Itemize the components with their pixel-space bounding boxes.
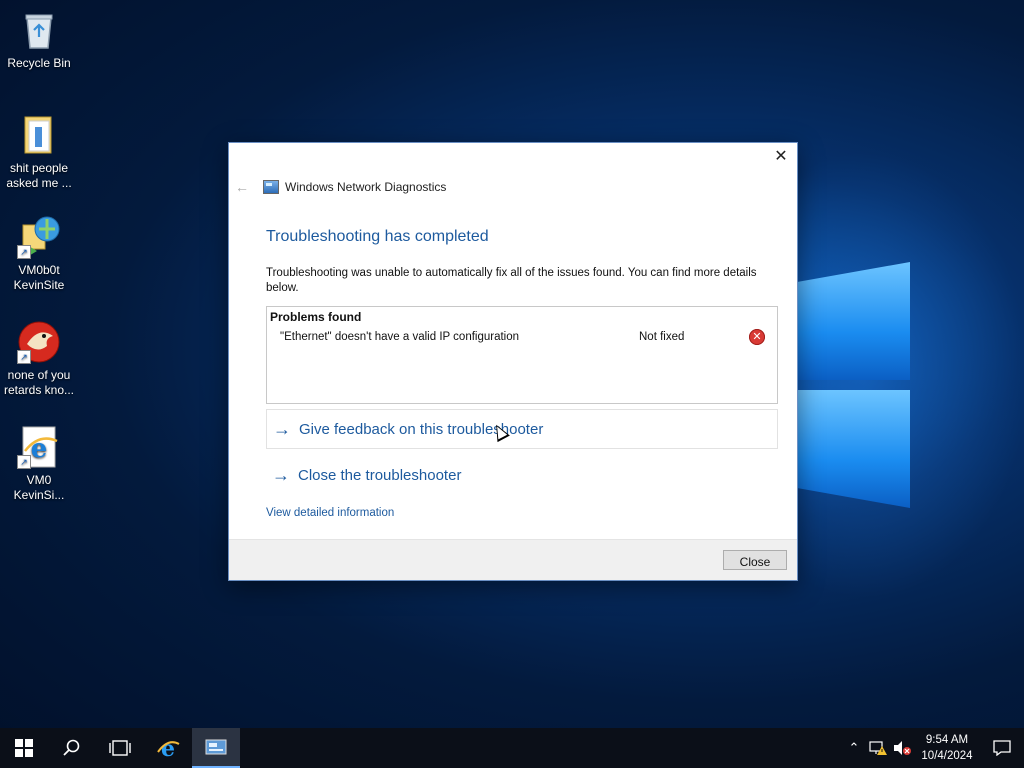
volume-muted-icon (894, 741, 911, 755)
problem-status: Not fixed (639, 331, 685, 343)
network-shortcut-icon: ↗ (17, 215, 61, 259)
close-button[interactable]: Close (723, 550, 787, 570)
problem-row[interactable]: "Ethernet" doesn't have a valid IP confi… (280, 329, 770, 349)
view-detailed-information-link[interactable]: View detailed information (266, 507, 394, 519)
problems-found-panel: Problems found "Ethernet" doesn't have a… (266, 306, 778, 404)
show-hidden-icons-button[interactable]: ⌃ (842, 728, 866, 768)
network-diagnostics-dialog: ✕ ← Windows Network Diagnostics Troubles… (228, 142, 798, 581)
page-title: Troubleshooting has completed (266, 228, 489, 245)
desktop-icon-label: VM0 KevinSi... (13, 473, 65, 502)
desktop-icon-label: shit people asked me ... (6, 161, 72, 190)
recycle-bin-icon (17, 8, 61, 52)
error-icon: ✕ (749, 329, 765, 345)
internet-explorer-icon: e ↗ (17, 425, 61, 469)
dialog-app-title: Windows Network Diagnostics (285, 180, 447, 194)
chevron-up-icon: ⌃ (848, 740, 860, 755)
close-troubleshooter-label: Close the troubleshooter (298, 466, 462, 484)
dialog-footer: Close (229, 539, 797, 580)
svg-text:e: e (161, 736, 175, 760)
problems-header: Problems found (270, 310, 362, 324)
internet-explorer-icon: e (157, 736, 180, 760)
arrow-right-icon: → (273, 418, 291, 439)
network-diagnostics-icon (263, 180, 279, 194)
desktop-icon-recycle-bin[interactable]: Recycle Bin (0, 8, 78, 71)
desktop-icon-bird-app[interactable]: ↗ none of you retards kno... (0, 320, 78, 398)
start-icon (15, 739, 33, 757)
desktop-icon-label: Recycle Bin (7, 56, 71, 70)
network-warning-icon (869, 741, 887, 755)
back-arrow-icon[interactable]: ← (235, 179, 251, 195)
desktop-icon-label: none of you retards kno... (3, 368, 75, 397)
give-feedback-link[interactable]: → Give feedback on this troubleshooter (266, 409, 778, 449)
taskbar-ie-button[interactable]: e (144, 728, 192, 768)
action-center-button[interactable] (980, 728, 1024, 768)
close-icon[interactable]: ✕ (771, 147, 791, 167)
system-tray: ⌃ 9:54 AM 10/4/2024 (842, 728, 1024, 768)
taskbar: e ⌃ 9:54 AM 10/4/2024 (0, 728, 1024, 768)
task-view-button[interactable] (96, 728, 144, 768)
clock-date: 10/4/2024 (921, 750, 973, 762)
search-button[interactable] (48, 728, 96, 768)
close-troubleshooter-link[interactable]: → Close the troubleshooter (266, 456, 776, 494)
taskbar-network-diagnostics-button[interactable] (192, 728, 240, 768)
desktop-icon-text-file[interactable]: shit people asked me ... (0, 113, 78, 191)
task-view-icon (109, 740, 131, 756)
clock-time: 9:54 AM (925, 734, 969, 746)
description-text: Troubleshooting was unable to automatica… (266, 267, 757, 294)
bird-app-icon: ↗ (17, 320, 61, 364)
notification-icon (993, 740, 1011, 756)
desktop-icon-ie-shortcut[interactable]: e ↗ VM0 KevinSi... (0, 425, 78, 503)
search-icon (63, 739, 80, 756)
dialog-header: ← Windows Network Diagnostics (235, 179, 446, 195)
desktop-icon-vm0b0t[interactable]: ↗ VM0b0t KevinSite (0, 215, 78, 293)
text-file-icon (17, 113, 61, 157)
network-status-button[interactable] (866, 728, 890, 768)
problem-name: "Ethernet" doesn't have a valid IP confi… (280, 331, 520, 343)
wallpaper-windows-logo (790, 262, 915, 512)
network-diagnostics-icon (205, 739, 227, 755)
volume-button[interactable] (890, 728, 914, 768)
arrow-right-icon: → (272, 464, 290, 485)
desktop-icon-label: VM0b0t KevinSite (13, 263, 65, 292)
start-button[interactable] (0, 728, 48, 768)
taskbar-clock[interactable]: 9:54 AM 10/4/2024 (914, 732, 980, 764)
